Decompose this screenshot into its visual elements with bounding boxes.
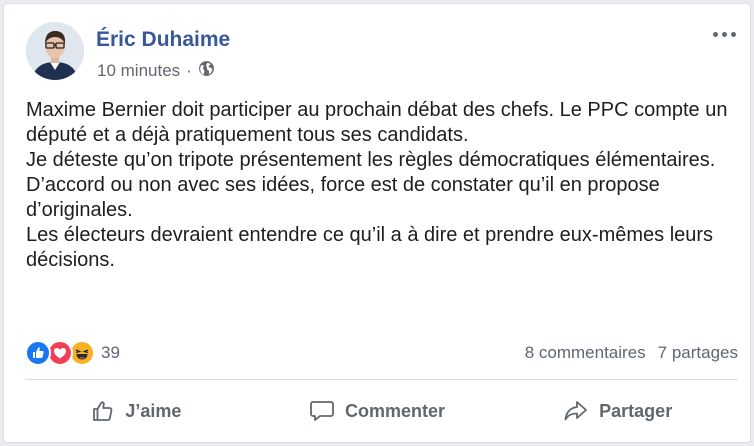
comment-button[interactable]: Commenter [257,384,498,438]
reactions-summary[interactable]: 39 [25,340,120,366]
avatar-image [26,22,84,80]
comment-button-label: Commenter [344,400,446,421]
post-meta: 10 minutes · [97,60,215,82]
engagement-counts: 8 commentaires 7 partages [525,343,738,363]
like-button-label: J’aime [125,400,182,421]
post-paragraph: Les électeurs devraient entendre ce qu’i… [26,224,714,271]
action-bar: J’aime Commenter Partager [16,384,738,438]
like-icon [25,340,51,366]
author-avatar[interactable] [26,22,84,80]
thumbs-up-icon [91,399,115,423]
meta-separator: · [186,61,192,80]
post-card: Éric Duhaime 10 minutes · Maxime Bernier… [3,3,751,443]
more-options-icon[interactable] [711,26,738,43]
share-button[interactable]: Partager [497,384,738,438]
post-timestamp[interactable]: 10 minutes [97,61,180,81]
post-stats: 39 8 commentaires 7 partages [25,338,738,368]
post-paragraph: Je déteste qu’on tripote présentement le… [26,149,716,171]
post-paragraph: D’accord ou non avec ses idées, force es… [26,174,660,221]
post-paragraph: Maxime Bernier doit participer au procha… [26,99,728,146]
globe-icon[interactable] [198,60,215,82]
author-name[interactable]: Éric Duhaime [96,28,230,52]
shares-count[interactable]: 7 partages [658,343,738,363]
comments-count[interactable]: 8 commentaires [525,343,646,363]
like-button[interactable]: J’aime [16,384,257,438]
share-button-label: Partager [599,400,673,421]
share-icon [563,399,589,423]
divider [25,379,738,380]
reaction-count: 39 [101,343,120,362]
comment-icon [309,399,335,423]
post-body: Maxime Bernier doit participer au procha… [26,98,736,273]
